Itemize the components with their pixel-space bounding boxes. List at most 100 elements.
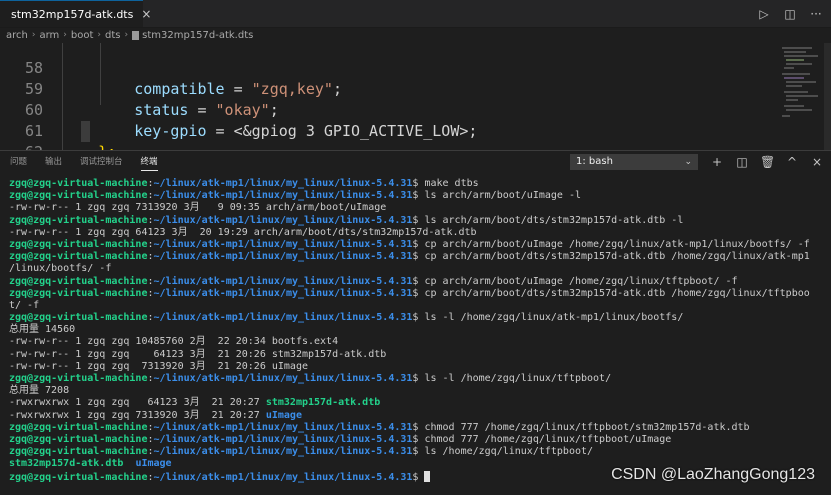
output-text: -rwxrwxrwx 1 zgq zgq 64123 3月 21 20:27 [9, 397, 266, 409]
close-panel-icon[interactable]: × [810, 155, 824, 169]
terminal-line: zgq@zgq-virtual-machine:~/linux/atk-mp1/… [9, 214, 684, 226]
chevron-right-icon: › [124, 30, 129, 40]
prompt-user: zgq@zgq-virtual-machine [9, 433, 148, 445]
prompt-path: ~/linux/atk-mp1/linux/my_linux/linux-5.4… [153, 275, 413, 287]
prompt-user: zgq@zgq-virtual-machine [9, 312, 148, 324]
breadcrumb: arch › arm › boot › dts › stm32mp157d-at… [0, 27, 831, 43]
tab-debug-console[interactable]: 调试控制台 [80, 151, 123, 173]
run-icon[interactable]: ▷ [757, 7, 771, 21]
file-name: uImage [265, 409, 302, 421]
prompt-user: zgq@zgq-virtual-machine [9, 287, 148, 299]
chevron-right-icon: › [63, 30, 67, 40]
output-text: -rwxrwxrwx 1 zgq zgq 7313920 3月 21 20:27 [9, 409, 266, 421]
close-icon[interactable]: × [141, 7, 151, 21]
split-terminal-icon[interactable]: ◫ [735, 155, 749, 169]
prompt-path: ~/linux/atk-mp1/linux/my_linux/linux-5.4… [153, 214, 413, 226]
prompt-user: zgq@zgq-virtual-machine [9, 446, 148, 458]
prompt-path: ~/linux/atk-mp1/linux/my_linux/linux-5.4… [153, 421, 413, 433]
editor-tab[interactable]: stm32mp157d-atk.dts × [0, 0, 151, 27]
code-brace: }; [98, 143, 116, 150]
trash-icon[interactable]: 🗑 [760, 155, 775, 169]
panel-actions: + ◫ 🗑 ^ × [710, 151, 824, 173]
terminal-line: zgq@zgq-virtual-machine:~/linux/atk-mp1/… [9, 433, 672, 445]
file-icon [132, 30, 140, 40]
add-terminal-icon[interactable]: + [710, 155, 724, 169]
file-name: stm32mp157d-atk.dtb [9, 458, 124, 470]
terminal-line: -rwxrwxrwx 1 zgq zgq 7313920 3月 21 20:27… [9, 410, 824, 422]
panel-tab-bar: 问题 输出 调试控制台 终端 [0, 151, 831, 173]
more-actions-icon[interactable]: ··· [809, 7, 823, 21]
code-key: key-gpio [134, 122, 207, 140]
maximize-panel-icon[interactable]: ^ [785, 155, 799, 169]
prompt-path: ~/linux/atk-mp1/linux/my_linux/linux-5.4… [153, 433, 413, 445]
output-text: -rw-rw-r-- 1 zgq zgq 7313920 3月 21 20:26… [9, 360, 308, 372]
file-name: uImage [135, 458, 172, 470]
breadcrumb-item[interactable]: arch [6, 30, 28, 41]
terminal-line: 总用量 14560 [9, 324, 824, 336]
prompt-path: ~/linux/atk-mp1/linux/my_linux/linux-5.4… [153, 373, 413, 384]
output-text: -rw-rw-r-- 1 zgq zgq 10485760 2月 22 20:3… [9, 336, 339, 348]
terminal-select[interactable]: 1: bash ⌄ [570, 154, 698, 170]
breadcrumb-item[interactable]: arm [39, 30, 59, 41]
prompt-path: ~/linux/atk-mp1/linux/my_linux/linux-5.4… [153, 287, 413, 299]
terminal-line: zgq@zgq-virtual-machine:~/linux/atk-mp1/… [9, 446, 594, 458]
command-text: ls arch/arm/boot/uImage -l [424, 190, 581, 202]
terminal-select-value: 1: bash [576, 156, 613, 167]
breadcrumb-item[interactable]: dts [105, 30, 120, 41]
prompt-user: zgq@zgq-virtual-machine [9, 190, 148, 202]
prompt-path: ~/linux/atk-mp1/linux/my_linux/linux-5.4… [153, 238, 413, 250]
code-line: 62 }; [0, 121, 43, 150]
terminal-line: -rw-rw-r-- 1 zgq zgq 7313920 3月 21 20:26… [9, 361, 824, 373]
tab-output[interactable]: 输出 [45, 151, 62, 173]
output-text: -rw-rw-r-- 1 zgq zgq 7313920 3月 9 09:35 … [9, 202, 387, 214]
command-text: chmod 777 /home/zgq/linux/tftpboot/uImag… [424, 433, 672, 445]
terminal-line: zgq@zgq-virtual-machine:~/linux/atk-mp1/… [9, 178, 479, 189]
tab-problems[interactable]: 问题 [10, 151, 27, 173]
tab-terminal[interactable]: 终端 [140, 151, 158, 173]
terminal-line: zgq@zgq-virtual-machine:~/linux/atk-mp1/… [9, 373, 612, 384]
terminal-line: -rw-rw-r-- 1 zgq zgq 7313920 3月 9 09:35 … [9, 202, 824, 214]
code-line: 59 status = "okay"; [0, 58, 279, 119]
editor-scrollbar[interactable] [824, 43, 831, 150]
breadcrumb-item[interactable]: boot [71, 30, 94, 41]
terminal-line: zgq@zgq-virtual-machine:~/linux/atk-mp1/… [9, 251, 810, 263]
terminal-line: -rw-rw-r-- 1 zgq zgq 10485760 2月 22 20:3… [9, 336, 824, 348]
terminal-line: zgq@zgq-virtual-machine:~/linux/atk-mp1/… [9, 312, 684, 324]
command-text: cp arch/arm/boot/dts/stm32mp157d-atk.dtb… [424, 251, 810, 263]
command-text: cp arch/arm/boot/uImage /home/zgq/linux/… [424, 275, 738, 287]
prompt-user: zgq@zgq-virtual-machine [9, 178, 148, 189]
terminal-line: 总用量 7208 [9, 385, 824, 397]
chevron-right-icon: › [31, 30, 36, 40]
terminal-output[interactable]: zgq@zgq-virtual-machine:~/linux/atk-mp1/… [9, 178, 824, 483]
command-text: ls /home/zgq/linux/tftpboot/ [424, 446, 594, 458]
prompt-user: zgq@zgq-virtual-machine [9, 214, 148, 226]
code-editor[interactable]: 58 compatible = "zgq,key"; 59 status = "… [0, 43, 831, 150]
terminal-line: zgq@zgq-virtual-machine:~/linux/atk-mp1/… [9, 275, 738, 287]
terminal-line: zgq@zgq-virtual-machine:~/linux/atk-mp1/… [9, 421, 750, 433]
terminal-line: -rw-rw-r-- 1 zgq zgq 64123 3月 20 19:29 a… [9, 227, 824, 239]
command-text: make dtbs [424, 178, 479, 189]
line-number: 62 [0, 142, 43, 150]
output-text: -rw-rw-r-- 1 zgq zgq 64123 3月 20 19:29 a… [9, 226, 477, 238]
terminal-line: -rw-rw-r-- 1 zgq zgq 64123 3月 21 20:26 s… [9, 349, 824, 361]
prompt-path: ~/linux/atk-mp1/linux/my_linux/linux-5.4… [153, 251, 413, 263]
code-line: 58 compatible = "zgq,key"; [0, 43, 342, 98]
bottom-panel: 问题 输出 调试控制台 终端 1: bash ⌄ + ◫ 🗑 ^ × zgq@z… [0, 150, 831, 495]
watermark: CSDN @LaoZhangGong123 [611, 466, 815, 483]
prompt-user: zgq@zgq-virtual-machine [9, 471, 148, 483]
code-key: compatible [134, 80, 225, 98]
split-editor-icon[interactable]: ◫ [783, 7, 797, 21]
terminal-line: t/ -f [9, 300, 824, 312]
command-text: ls -l /home/zgq/linux/atk-mp1/linux/boot… [424, 312, 684, 324]
command-text: ls -l /home/zgq/linux/tftpboot/ [424, 373, 612, 384]
terminal-line: /linux/bootfs/ -f [9, 263, 824, 275]
prompt-path: ~/linux/atk-mp1/linux/my_linux/linux-5.4… [153, 471, 413, 483]
output-text: /linux/bootfs/ -f [9, 263, 112, 275]
editor-actions: ▷ ◫ ··· [757, 0, 823, 27]
breadcrumb-item[interactable]: stm32mp157d-atk.dts [142, 30, 253, 41]
output-text: 总用量 7208 [9, 385, 70, 397]
prompt-path: ~/linux/atk-mp1/linux/my_linux/linux-5.4… [153, 190, 413, 202]
terminal-line: zgq@zgq-virtual-machine:~/linux/atk-mp1/… [9, 238, 810, 250]
minimap[interactable] [780, 43, 824, 125]
terminal-line: zgq@zgq-virtual-machine:~/linux/atk-mp1/… [9, 190, 581, 202]
